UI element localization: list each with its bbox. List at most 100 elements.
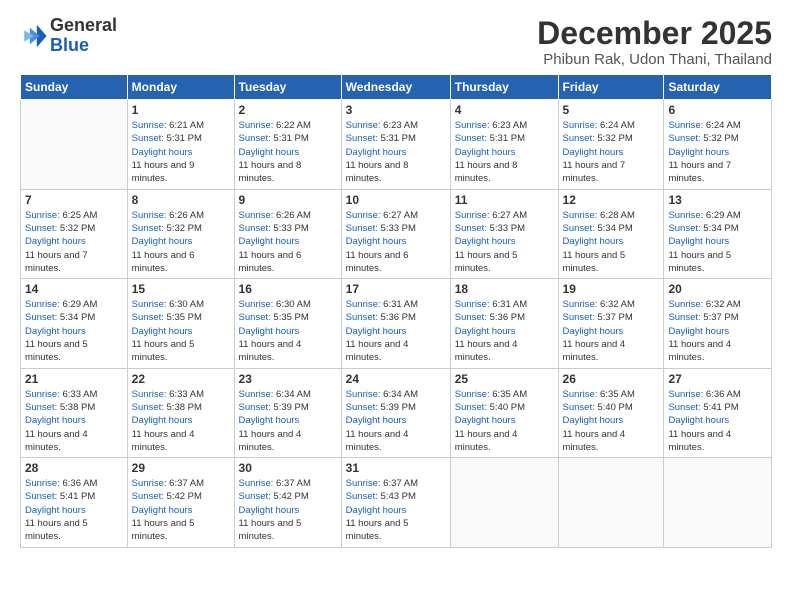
calendar-cell: 31 Sunrise: 6:37 AMSunset: 5:43 PMDayligh… [341,458,450,547]
logo: General Blue [20,16,117,56]
calendar-week-1: 1 Sunrise: 6:21 AMSunset: 5:31 PMDaylight… [21,100,772,189]
calendar-body: 1 Sunrise: 6:21 AMSunset: 5:31 PMDaylight… [21,100,772,547]
calendar-cell [21,100,128,189]
calendar-cell: 15 Sunrise: 6:30 AMSunset: 5:35 PMDayligh… [127,279,234,368]
day-info: Sunrise: 6:34 AMSunset: 5:39 PMDaylight … [346,388,446,454]
calendar-header: SundayMondayTuesdayWednesdayThursdayFrid… [21,75,772,100]
calendar-cell: 10Sunrise: 6:27 AMSunset: 5:33 PMDayligh… [341,189,450,278]
day-info: Sunrise: 6:26 AMSunset: 5:32 PMDaylight … [132,209,230,275]
calendar-cell: 27 Sunrise: 6:36 AMSunset: 5:41 PMDayligh… [664,368,772,457]
calendar-cell [664,458,772,547]
calendar-cell: 19Sunrise: 6:32 AMSunset: 5:37 PMDayligh… [558,279,664,368]
calendar-cell: 17Sunrise: 6:31 AMSunset: 5:36 PMDayligh… [341,279,450,368]
page: General Blue December 2025 Phibun Rak, U… [0,0,792,612]
calendar-week-2: 7Sunrise: 6:25 AMSunset: 5:32 PMDaylight… [21,189,772,278]
day-info: Sunrise: 6:21 AMSunset: 5:31 PMDaylight … [132,119,230,185]
calendar-cell: 11 Sunrise: 6:27 AMSunset: 5:33 PMDayligh… [450,189,558,278]
day-number: 6 [668,103,767,117]
day-info: Sunrise: 6:37 AMSunset: 5:42 PMDaylight … [239,477,337,543]
calendar-cell: 30 Sunrise: 6:37 AMSunset: 5:42 PMDayligh… [234,458,341,547]
day-number: 18 [455,282,554,296]
day-number: 24 [346,372,446,386]
day-number: 17 [346,282,446,296]
day-number: 30 [239,461,337,475]
day-number: 27 [668,372,767,386]
day-number: 12 [563,193,660,207]
day-number: 9 [239,193,337,207]
day-info: Sunrise: 6:30 AMSunset: 5:35 PMDaylight … [132,298,230,364]
weekday-header-saturday: Saturday [664,75,772,100]
day-info: Sunrise: 6:24 AMSunset: 5:32 PMDaylight … [563,119,660,185]
calendar-cell: 2 Sunrise: 6:22 AMSunset: 5:31 PMDaylight… [234,100,341,189]
day-info: Sunrise: 6:22 AMSunset: 5:31 PMDaylight … [239,119,337,185]
calendar-table: SundayMondayTuesdayWednesdayThursdayFrid… [20,74,772,547]
day-info: Sunrise: 6:34 AMSunset: 5:39 PMDaylight … [239,388,337,454]
day-number: 16 [239,282,337,296]
day-info: Sunrise: 6:26 AMSunset: 5:33 PMDaylight … [239,209,337,275]
day-number: 1 [132,103,230,117]
calendar-cell [558,458,664,547]
day-number: 11 [455,193,554,207]
calendar-cell: 26 Sunrise: 6:35 AMSunset: 5:40 PMDayligh… [558,368,664,457]
day-number: 25 [455,372,554,386]
calendar-cell: 4Sunrise: 6:23 AMSunset: 5:31 PMDaylight… [450,100,558,189]
logo-icon [20,22,48,50]
day-info: Sunrise: 6:28 AMSunset: 5:34 PMDaylight … [563,209,660,275]
day-number: 4 [455,103,554,117]
day-number: 2 [239,103,337,117]
day-number: 3 [346,103,446,117]
calendar-cell: 3 Sunrise: 6:23 AMSunset: 5:31 PMDaylight… [341,100,450,189]
day-info: Sunrise: 6:36 AMSunset: 5:41 PMDaylight … [668,388,767,454]
weekday-header-monday: Monday [127,75,234,100]
day-number: 5 [563,103,660,117]
weekday-header-thursday: Thursday [450,75,558,100]
day-info: Sunrise: 6:29 AMSunset: 5:34 PMDaylight … [668,209,767,275]
logo-line2: Blue [50,36,117,56]
day-info: Sunrise: 6:23 AMSunset: 5:31 PMDaylight … [346,119,446,185]
day-info: Sunrise: 6:37 AMSunset: 5:43 PMDaylight … [346,477,446,543]
day-info: Sunrise: 6:29 AMSunset: 5:34 PMDaylight … [25,298,123,364]
calendar-cell: 21Sunrise: 6:33 AMSunset: 5:38 PMDayligh… [21,368,128,457]
calendar-cell: 12 Sunrise: 6:28 AMSunset: 5:34 PMDayligh… [558,189,664,278]
day-number: 31 [346,461,446,475]
day-info: Sunrise: 6:36 AMSunset: 5:41 PMDaylight … [25,477,123,543]
day-number: 13 [668,193,767,207]
calendar-cell: 13 Sunrise: 6:29 AMSunset: 5:34 PMDayligh… [664,189,772,278]
day-info: Sunrise: 6:33 AMSunset: 5:38 PMDaylight … [25,388,123,454]
day-number: 15 [132,282,230,296]
day-info: Sunrise: 6:27 AMSunset: 5:33 PMDaylight … [455,209,554,275]
subtitle: Phibun Rak, Udon Thani, Thailand [537,51,772,68]
logo-text: General Blue [50,16,117,56]
calendar-cell: 6Sunrise: 6:24 AMSunset: 5:32 PMDaylight… [664,100,772,189]
day-info: Sunrise: 6:31 AMSunset: 5:36 PMDaylight … [455,298,554,364]
calendar-cell: 8Sunrise: 6:26 AMSunset: 5:32 PMDaylight… [127,189,234,278]
calendar-cell: 5 Sunrise: 6:24 AMSunset: 5:32 PMDaylight… [558,100,664,189]
calendar-cell: 9 Sunrise: 6:26 AMSunset: 5:33 PMDaylight… [234,189,341,278]
day-info: Sunrise: 6:25 AMSunset: 5:32 PMDaylight … [25,209,123,275]
calendar-cell: 29 Sunrise: 6:37 AMSunset: 5:42 PMDayligh… [127,458,234,547]
day-number: 29 [132,461,230,475]
day-info: Sunrise: 6:30 AMSunset: 5:35 PMDaylight … [239,298,337,364]
calendar-cell: 14Sunrise: 6:29 AMSunset: 5:34 PMDayligh… [21,279,128,368]
weekday-header-wednesday: Wednesday [341,75,450,100]
calendar-week-5: 28 Sunrise: 6:36 AMSunset: 5:41 PMDayligh… [21,458,772,547]
title-block: December 2025 Phibun Rak, Udon Thani, Th… [537,16,772,68]
calendar-cell: 16 Sunrise: 6:30 AMSunset: 5:35 PMDayligh… [234,279,341,368]
day-info: Sunrise: 6:35 AMSunset: 5:40 PMDaylight … [455,388,554,454]
day-info: Sunrise: 6:32 AMSunset: 5:37 PMDaylight … [668,298,767,364]
day-info: Sunrise: 6:35 AMSunset: 5:40 PMDaylight … [563,388,660,454]
weekday-header-sunday: Sunday [21,75,128,100]
calendar-cell: 20Sunrise: 6:32 AMSunset: 5:37 PMDayligh… [664,279,772,368]
day-number: 23 [239,372,337,386]
weekday-header-row: SundayMondayTuesdayWednesdayThursdayFrid… [21,75,772,100]
calendar-cell [450,458,558,547]
day-number: 28 [25,461,123,475]
day-number: 22 [132,372,230,386]
day-info: Sunrise: 6:37 AMSunset: 5:42 PMDaylight … [132,477,230,543]
day-info: Sunrise: 6:27 AMSunset: 5:33 PMDaylight … [346,209,446,275]
header: General Blue December 2025 Phibun Rak, U… [20,16,772,68]
calendar-week-3: 14Sunrise: 6:29 AMSunset: 5:34 PMDayligh… [21,279,772,368]
day-number: 26 [563,372,660,386]
day-number: 19 [563,282,660,296]
calendar-cell: 7Sunrise: 6:25 AMSunset: 5:32 PMDaylight… [21,189,128,278]
